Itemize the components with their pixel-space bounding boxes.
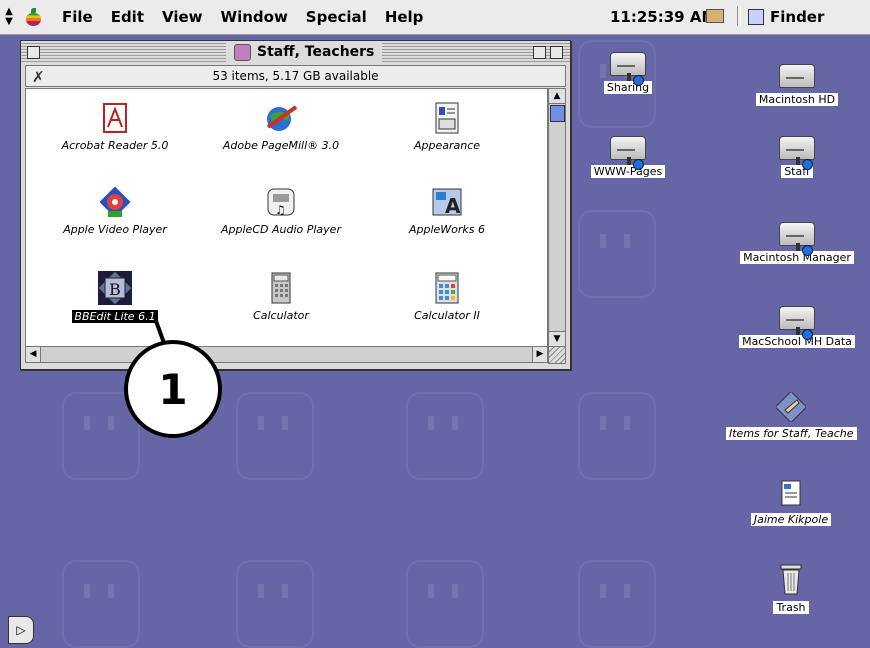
desktop-icon-staff[interactable]: Staff	[732, 136, 862, 179]
network-disk-icon	[610, 52, 646, 86]
menu-special[interactable]: Special	[306, 8, 367, 26]
menubar-scroll-icon[interactable]: ▲ ▼	[2, 7, 16, 27]
file-item-label: AppleCD Audio Player	[221, 223, 341, 236]
control-strip-tab-icon[interactable]: ▷	[8, 616, 34, 644]
desktop-icon-www-pages[interactable]: WWW-Pages	[563, 136, 693, 179]
no-write-pencil-icon: ✗	[32, 68, 45, 86]
file-item-apple-video-player[interactable]: Apple Video Player	[40, 185, 190, 236]
file-item-label: Calculator	[253, 309, 309, 322]
desktop-icon-label: Macintosh HD	[755, 93, 839, 106]
finder-window: Staff, Teachers ✗ 53 items, 5.17 GB avai…	[20, 40, 571, 370]
file-item-appleworks[interactable]: A AppleWorks 6	[372, 185, 522, 236]
hard-disk-icon	[779, 64, 815, 88]
scroll-down-arrow[interactable]: ▼	[549, 331, 565, 346]
window-info-bar: ✗ 53 items, 5.17 GB available	[25, 65, 566, 87]
vertical-scrollbar[interactable]: ▲ ▼	[548, 88, 566, 347]
monitor-control-strip-icon[interactable]	[706, 9, 724, 23]
acrobat-icon	[98, 101, 132, 135]
scroll-right-arrow[interactable]: ▶	[532, 347, 547, 362]
network-disk-icon	[610, 136, 646, 170]
bbedit-icon: B	[97, 270, 133, 306]
shared-folder-icon	[234, 43, 251, 61]
alias-document-icon	[776, 478, 806, 508]
file-item-applecd-audio-player[interactable]: ♫ AppleCD Audio Player	[206, 185, 356, 236]
network-disk-icon	[779, 136, 815, 170]
cd-audio-icon: ♫	[264, 185, 298, 219]
desktop-icon-label: MacSchool MH Data	[739, 335, 855, 348]
file-item-adobe-pagemill[interactable]: Adobe PageMill® 3.0	[206, 101, 356, 152]
desktop-icon-macintosh-hd[interactable]: Macintosh HD	[732, 64, 862, 107]
appearance-icon	[430, 101, 464, 135]
application-menu[interactable]: Finder	[748, 8, 824, 26]
network-disk-icon	[779, 222, 815, 256]
file-item-label: Acrobat Reader 5.0	[61, 139, 169, 152]
menu-help[interactable]: Help	[385, 8, 424, 26]
file-item-calculator[interactable]: Calculator	[206, 271, 356, 322]
menu-edit[interactable]: Edit	[111, 8, 144, 26]
file-item-bbedit-lite[interactable]: B BBEdit Lite 6.1	[40, 270, 190, 324]
menubar-separator	[737, 6, 741, 26]
calculator-icon	[264, 271, 298, 305]
apple-menu-icon[interactable]	[24, 8, 42, 26]
file-item-calculator-ii[interactable]: Calculator II	[372, 271, 522, 322]
window-content: Acrobat Reader 5.0 Adobe PageMill® 3.0 A…	[25, 88, 548, 347]
menu-view[interactable]: View	[162, 8, 203, 26]
close-box-button[interactable]	[27, 46, 40, 59]
desktop-icon-label: Items for Staff, Teache	[726, 427, 857, 440]
video-player-icon	[98, 185, 132, 219]
window-info-text: 53 items, 5.17 GB available	[212, 69, 379, 83]
file-item-label: Appearance	[413, 139, 481, 152]
desktop-icon-sharing[interactable]: Sharing	[563, 52, 693, 95]
scroll-thumb[interactable]	[550, 105, 565, 122]
desktop-icon-jaime-kikpole[interactable]: Jaime Kikpole	[726, 478, 856, 527]
desktop-icon-label: Sharing	[603, 81, 653, 94]
collapse-box-button[interactable]	[550, 46, 563, 59]
alias-folder-icon	[774, 390, 808, 424]
network-disk-icon	[779, 306, 815, 340]
desktop-icon-label: Macintosh Manager	[740, 251, 854, 264]
menu-bar: ▲ ▼ File Edit View Window Special Help 11…	[0, 0, 870, 35]
window-title: Staff, Teachers	[226, 41, 383, 63]
svg-text:A: A	[445, 194, 461, 218]
pagemill-icon	[264, 101, 298, 135]
svg-text:B: B	[109, 280, 121, 299]
file-item-appearance[interactable]: Appearance	[372, 101, 522, 152]
file-item-acrobat-reader[interactable]: Acrobat Reader 5.0	[40, 101, 190, 152]
zoom-box-button[interactable]	[533, 46, 546, 59]
file-item-label: Apple Video Player	[63, 223, 167, 236]
menu-file[interactable]: File	[62, 8, 93, 26]
desktop-icon-label: Jaime Kikpole	[750, 513, 832, 526]
desktop-icon-items-for-staff[interactable]: Items for Staff, Teache	[726, 390, 857, 441]
horizontal-scrollbar[interactable]: ◀ ▶	[25, 346, 548, 363]
trash-icon	[778, 562, 804, 596]
file-item-label: Calculator II	[414, 309, 480, 322]
appleworks-icon: A	[430, 185, 464, 219]
resize-grow-box[interactable]	[548, 346, 566, 364]
desktop-icon-macschool-mh-data[interactable]: MacSchool MH Data	[732, 306, 862, 349]
file-item-label: Adobe PageMill® 3.0	[222, 139, 340, 152]
menu-window[interactable]: Window	[221, 8, 288, 26]
calculator-ii-icon	[430, 271, 464, 305]
menubar-clock[interactable]: 11:25:39 AM	[610, 8, 716, 26]
desktop-icon-macintosh-manager[interactable]: Macintosh Manager	[732, 222, 862, 265]
file-item-label: BBEdit Lite 6.1	[72, 310, 158, 323]
desktop-icon-label: Trash	[773, 601, 809, 614]
svg-text:♫: ♫	[275, 203, 286, 217]
scroll-left-arrow[interactable]: ◀	[26, 347, 41, 362]
step-callout-badge: 1	[124, 340, 222, 438]
file-item-label: AppleWorks 6	[408, 223, 486, 236]
desktop-icon-trash[interactable]: Trash	[726, 562, 856, 615]
finder-icon	[748, 9, 764, 25]
window-title-bar[interactable]: Staff, Teachers	[21, 41, 570, 63]
desktop-icon-label: WWW-Pages	[590, 165, 666, 178]
application-menu-label: Finder	[770, 8, 825, 26]
window-title-text: Staff, Teachers	[257, 44, 375, 60]
